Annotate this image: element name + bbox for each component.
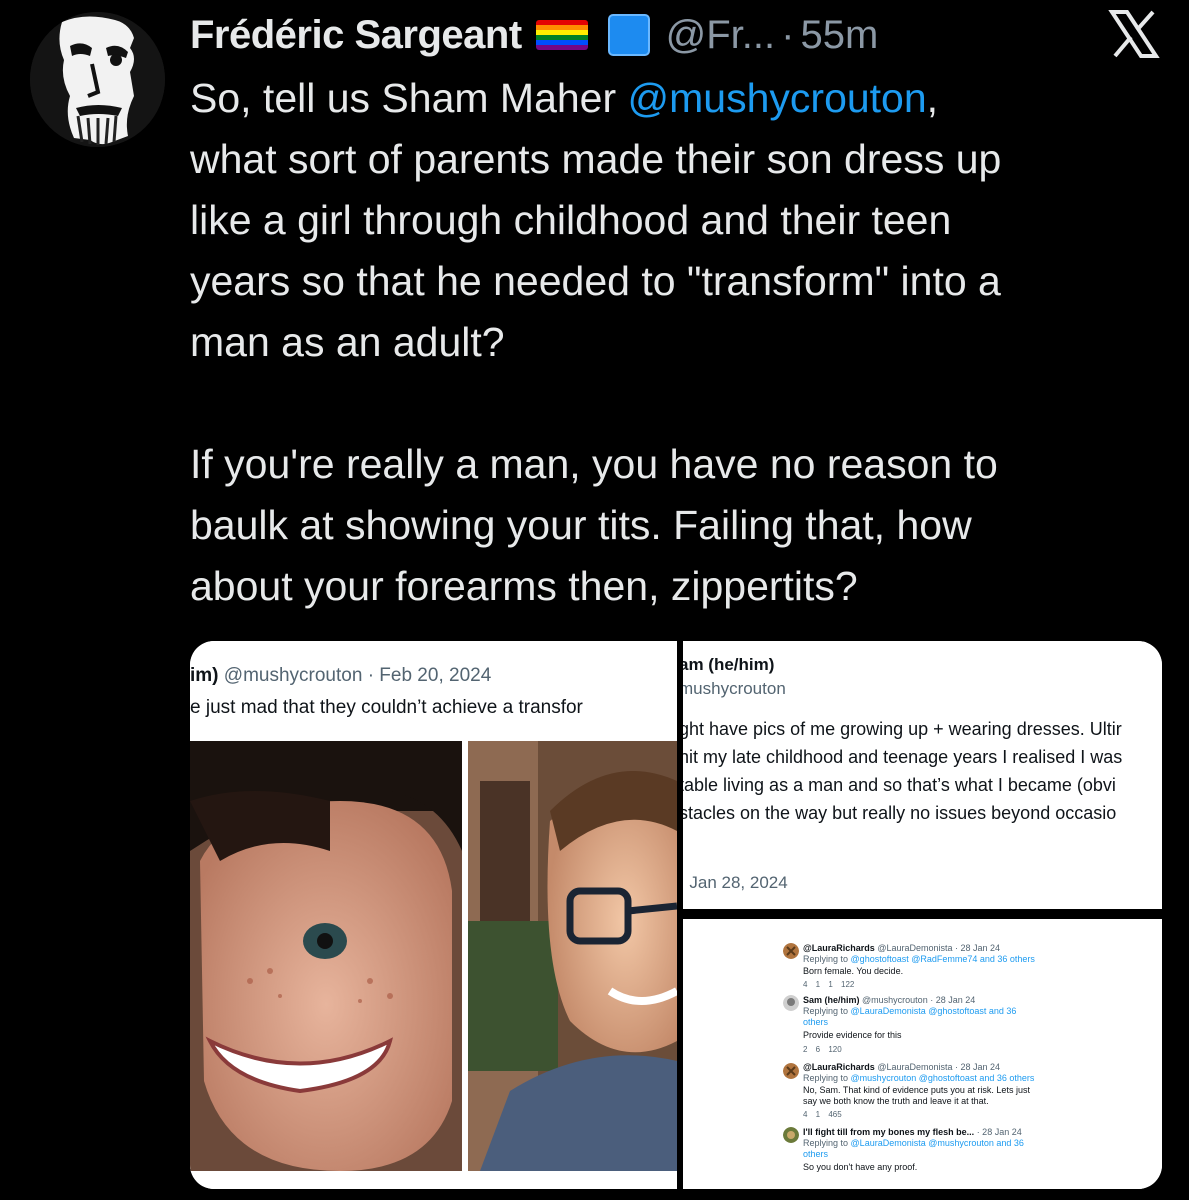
reply-text: Born female. You decide. [803,966,904,976]
reply-text: No, Sam. That kind of evidence puts you … [803,1085,1030,1095]
tweet-line: baulk at showing your tits. Failing that… [190,502,972,548]
tweet-text: So, tell us Sham Maher @mushycrouton, wh… [190,68,1150,617]
reply-name: Sam (he/him) [803,995,860,1005]
reply-replying: Replying to @LauraDemonista @mushycrouto… [803,1138,1024,1149]
reply-name: @LauraRichards [803,943,875,953]
ss1-handle: @mushycrouton [223,665,363,686]
replying-label: Replying to [803,954,849,964]
ss1-text: e just mad that they couldn’t achieve a … [190,697,583,718]
blue-square-icon [607,14,650,56]
reply-meta: @mushycrouton · 28 Jan 24 [862,995,976,1005]
reply-replying-cont: others [803,1149,828,1160]
author-avatar[interactable] [30,12,165,147]
author-handle[interactable]: @Fr... [666,13,776,58]
reply-header: I'll fight till from my bones my flesh b… [803,1127,1022,1138]
reply-header: Sam (he/him) @mushycrouton · 28 Jan 24 [803,995,975,1006]
reply-meta: @LauraDemonista · 28 Jan 24 [877,943,1001,953]
reply-avatar [783,1063,799,1079]
ss1-date: · Feb 20, 2024 [367,665,492,686]
ss1-photos [190,741,677,1171]
replying-label: Replying to [803,1138,849,1148]
reply-text-cont: say we both know the truth and leave it … [803,1096,989,1106]
reply-replying: Replying to @mushycrouton @ghostoftoast … [803,1073,1034,1084]
reply-avatar [783,1127,799,1143]
tweet-line: If you're really a man, you have no reas… [190,441,998,487]
media-screenshot-1[interactable]: im) @mushycrouton · Feb 20, 2024 e just … [190,641,677,1189]
replying-to: @LauraDemonista @ghostoftoast and 36 [850,1006,1017,1016]
reply-replying-cont: others [803,1017,828,1028]
reply-avatar [783,995,799,1011]
reply-replying: Replying to @ghostoftoast @RadFemme74 an… [803,954,1035,965]
reply-avatar [783,943,799,959]
reply-metrics: 4 1 465 [803,1110,842,1119]
ss2-body-line: table living as a man and so that’s what… [683,775,1116,795]
tweet-header: Frédéric Sargeant @Fr... · 55m [190,10,878,60]
ss2-body-line: stacles on the way but really no issues … [683,803,1117,823]
ss2-body: ght have pics of me growing up + wearing… [683,715,1122,827]
replying-to: @ghostoftoast @RadFemme74 and 36 others [850,954,1035,964]
tweet-media-collage[interactable]: im) @mushycrouton · Feb 20, 2024 e just … [190,641,1162,1189]
ss1-name: im) [190,665,219,686]
media-screenshot-2[interactable]: am (he/him) mushycrouton ght have pics o… [683,641,1162,909]
reply-text: So you don't have any proof. [803,1162,918,1172]
ss2-handle: mushycrouton [683,679,786,698]
reply-meta: · 28 Jan 24 [976,1127,1022,1137]
ss2-name: am (he/him) [683,655,775,674]
reply-meta: @LauraDemonista · 28 Jan 24 [877,1062,1001,1072]
replying-to: @mushycrouton @ghostoftoast and 36 other… [850,1073,1035,1083]
mention-link[interactable]: @mushycrouton [628,75,927,121]
replying-to: others [803,1017,829,1027]
rainbow-flag-icon [535,20,588,50]
replying-to: others [803,1149,829,1159]
reply-text: Provide evidence for this [803,1030,902,1040]
tweet-text-segment: So, tell us Sham Maher [190,75,628,121]
tweet-text-segment: , [926,75,939,121]
replying-to: @LauraDemonista @mushycrouton and 36 [850,1138,1024,1148]
reply-header: @LauraRichards @LauraDemonista · 28 Jan … [803,1062,1000,1073]
reply-replying: Replying to @LauraDemonista @ghostoftoas… [803,1006,1016,1017]
reply-name: I'll fight till from my bones my flesh b… [803,1127,975,1137]
tweet-line: what sort of parents made their son dres… [190,136,1002,182]
ss2-date: · Jan 28, 2024 [683,873,788,892]
media-screenshot-3[interactable]: @LauraRichards @LauraDemonista · 28 Jan … [683,919,1162,1189]
tweet-line: man as an adult? [190,319,505,365]
tweet-line: years so that he needed to "transform" i… [190,258,1001,304]
reply-metrics: 2 6 120 [803,1045,842,1054]
reply-header: @LauraRichards @LauraDemonista · 28 Jan … [803,943,1000,954]
author-name[interactable]: Frédéric Sargeant [190,13,522,58]
avatar-portrait-image [30,12,165,147]
reply-name: @LauraRichards [803,1062,875,1072]
tweet-line: like a girl through childhood and their … [190,197,952,243]
replying-label: Replying to [803,1006,849,1016]
media-divider [683,909,1162,919]
reply-metrics: 4 1 1 122 [803,980,855,989]
tweet-timestamp[interactable]: 55m [800,13,878,58]
tweet-line: So, tell us Sham Maher @mushycrouton, [190,68,1150,129]
tweet-line: about your forearms then, zippertits? [190,563,858,609]
replying-label: Replying to [803,1073,849,1083]
header-separator: · [781,12,795,57]
ss1-header: im) @mushycrouton · Feb 20, 2024 [190,665,491,687]
ss2-body-line: hit my late childhood and teenage years … [683,747,1123,767]
ss2-body-line: ght have pics of me growing up + wearing… [683,719,1122,739]
x-logo-icon[interactable] [1108,8,1160,60]
